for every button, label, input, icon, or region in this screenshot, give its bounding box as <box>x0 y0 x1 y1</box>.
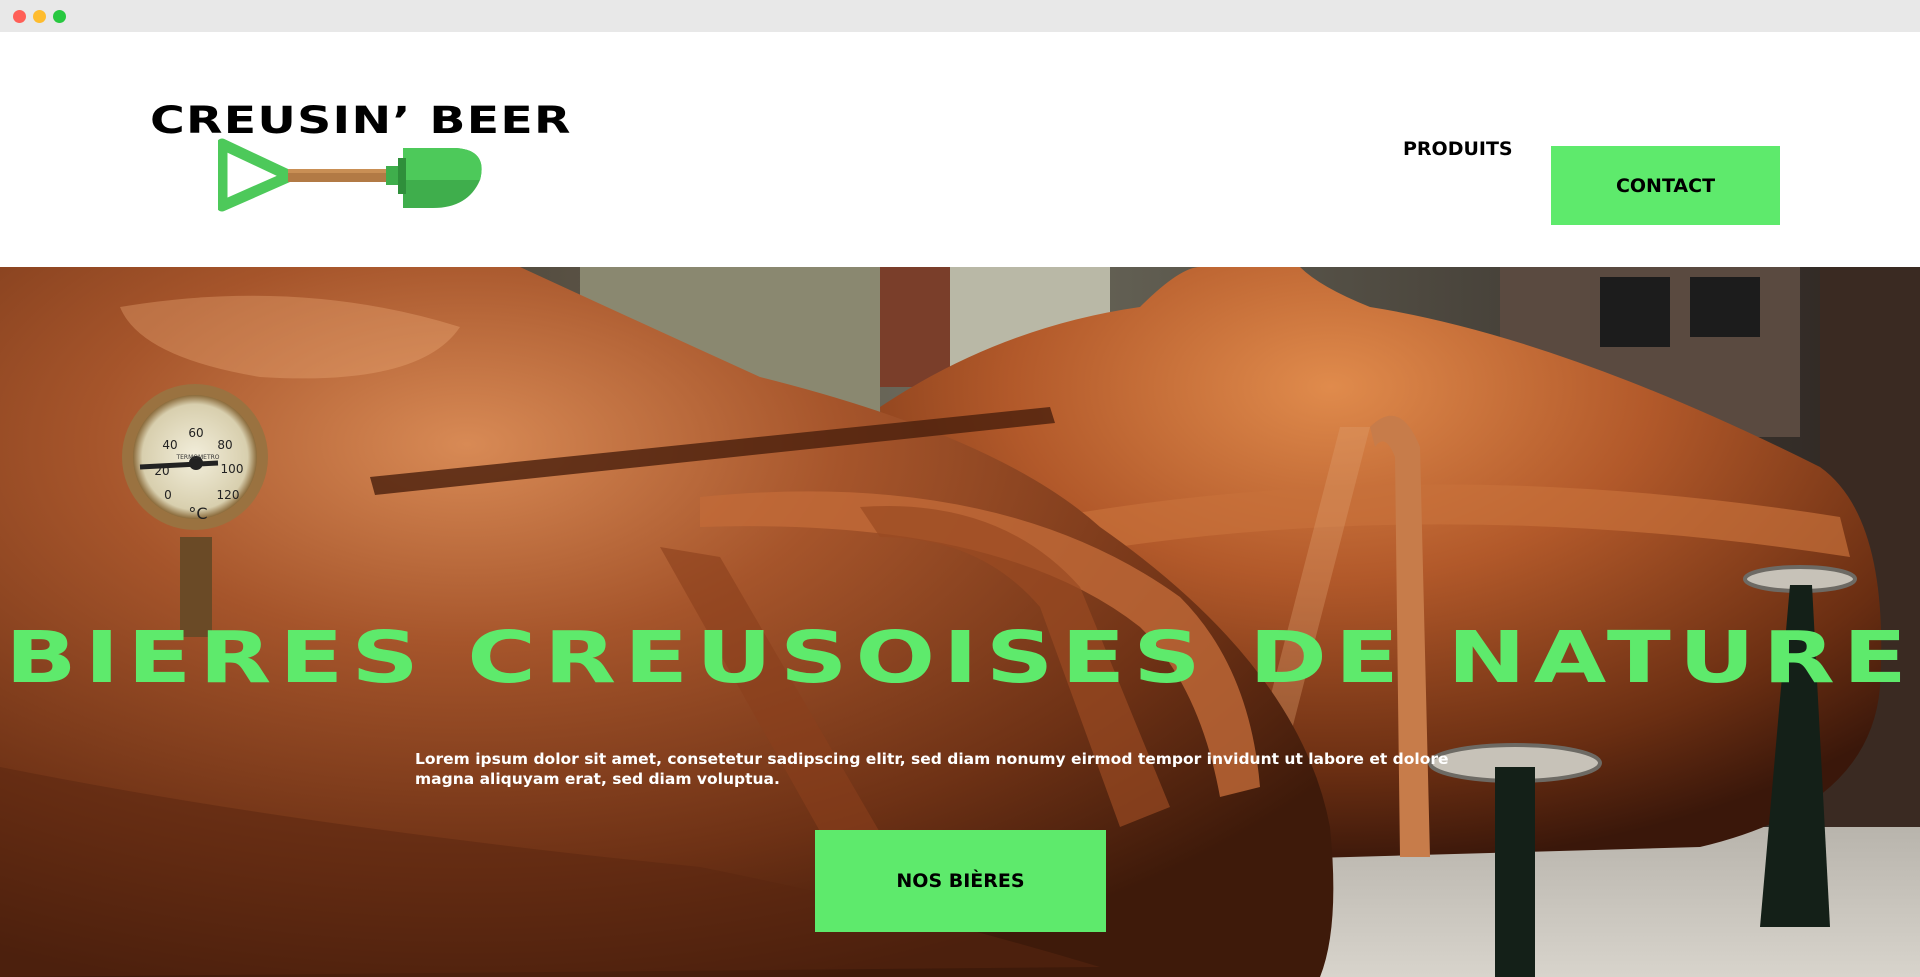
minimize-window-button[interactable] <box>33 10 46 23</box>
contact-button[interactable]: CONTACT <box>1551 146 1780 225</box>
contact-button-label: CONTACT <box>1615 174 1716 197</box>
nav-link-produits[interactable]: PRODUITS <box>1403 138 1513 160</box>
logo-text: CREUSIN’ BEER <box>150 99 572 142</box>
gauge-label: 100 <box>221 462 244 476</box>
gauge-label: °C <box>188 504 207 523</box>
hero-section: 0 20 40 60 80 100 120 °C TERMOMETRO BIERES CREUS… <box>0 267 1920 977</box>
gauge-label: 120 <box>217 488 240 502</box>
gauge-label: 0 <box>164 488 172 502</box>
gauge-label: 40 <box>162 438 177 452</box>
nos-bieres-button-label: NOS BIÈRES <box>896 870 1025 892</box>
site-header: CREUSIN’ BEER PRODUITS CONTACT <box>0 32 1920 267</box>
close-window-button[interactable] <box>13 10 26 23</box>
shovel-icon <box>218 138 482 212</box>
gauge-label: 80 <box>217 438 232 452</box>
window-chrome <box>0 0 1920 32</box>
brand-logo[interactable]: CREUSIN’ BEER <box>150 102 571 242</box>
nos-bieres-button[interactable]: NOS BIÈRES <box>815 830 1106 932</box>
gauge-caption: TERMOMETRO <box>175 454 219 461</box>
gauge-label: 20 <box>154 464 169 478</box>
gauge-label: 60 <box>188 426 203 440</box>
maximize-window-button[interactable] <box>53 10 66 23</box>
hero-description: Lorem ipsum dolor sit amet, consetetur s… <box>415 750 1449 788</box>
hero-title: BIERES CREUSOISES DE NATURE <box>5 616 1915 699</box>
